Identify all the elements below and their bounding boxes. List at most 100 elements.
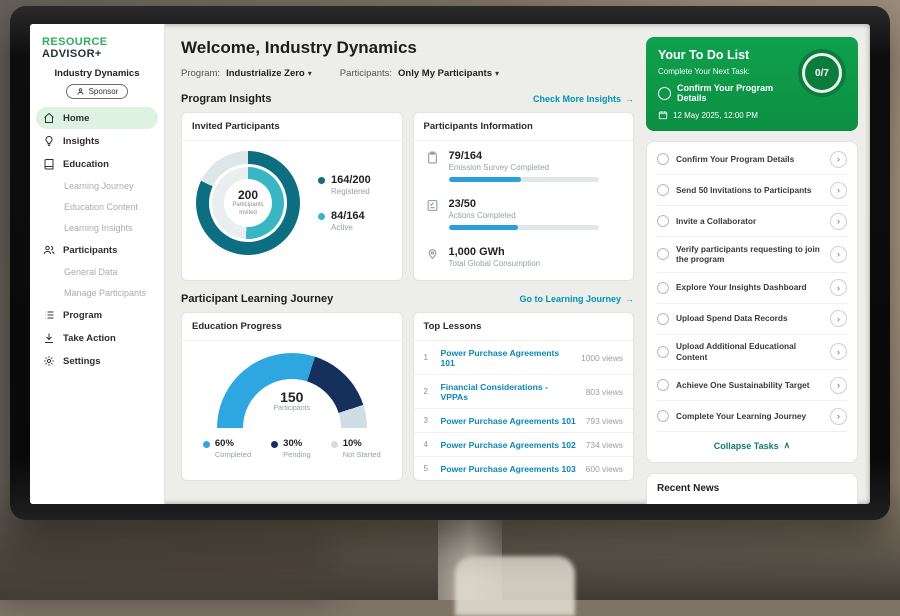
chevron-down-icon[interactable]: ▾ bbox=[308, 69, 312, 78]
task-checkbox[interactable] bbox=[657, 313, 669, 325]
task-item[interactable]: Invite a Collaborator › bbox=[657, 206, 847, 237]
sidebar-item-learning-journey[interactable]: Learning Journey bbox=[36, 176, 158, 196]
task-item[interactable]: Upload Spend Data Records › bbox=[657, 304, 847, 335]
sidebar-item-learning-insights[interactable]: Learning Insights bbox=[36, 218, 158, 238]
legend-item-registered: 164/200 Registered bbox=[318, 174, 371, 196]
collapse-tasks-link[interactable]: Collapse Tasks ∧ bbox=[657, 432, 847, 460]
chevron-right-icon[interactable]: › bbox=[830, 182, 847, 199]
lesson-link[interactable]: Power Purchase Agreements 103 bbox=[441, 464, 578, 474]
task-checkbox[interactable] bbox=[657, 184, 669, 196]
sidebar-item-take-action[interactable]: Take Action bbox=[36, 327, 158, 349]
chevron-right-icon[interactable]: › bbox=[830, 310, 847, 327]
monitor-bezel: RESOURCE ADVISOR+ Industry Dynamics Spon… bbox=[10, 6, 890, 520]
lesson-link[interactable]: Financial Considerations - VPPAs bbox=[441, 382, 578, 402]
lesson-row[interactable]: 3 Power Purchase Agreements 101 793 view… bbox=[414, 409, 634, 433]
home-icon bbox=[43, 112, 55, 124]
task-item[interactable]: Send 50 Invitations to Participants › bbox=[657, 175, 847, 206]
participants-filter-value[interactable]: Only My Participants bbox=[398, 68, 492, 79]
calendar-icon bbox=[658, 110, 668, 120]
invited-donut-inner: 200 Participants Invited bbox=[212, 167, 284, 239]
chevron-right-icon[interactable]: › bbox=[830, 151, 847, 168]
pinfo-row-survey: 79/164 Emission Survey Completed bbox=[414, 141, 634, 189]
sidebar-item-label: Program bbox=[63, 310, 102, 321]
task-checkbox[interactable] bbox=[657, 379, 669, 391]
task-checkbox[interactable] bbox=[658, 87, 671, 100]
participants-filter[interactable]: Participants:Only My Participants▾ bbox=[340, 68, 499, 79]
sidebar-item-home[interactable]: Home bbox=[36, 107, 158, 129]
arrow-right-icon: → bbox=[625, 294, 634, 304]
lesson-row[interactable]: 5 Power Purchase Agreements 103 600 view… bbox=[414, 457, 634, 480]
legend-dot bbox=[318, 177, 325, 184]
todo-task-list: Confirm Your Program Details › Send 50 I… bbox=[646, 141, 858, 463]
legend-dot bbox=[203, 441, 210, 448]
progress-track bbox=[449, 225, 599, 230]
task-checkbox[interactable] bbox=[657, 248, 669, 260]
chevron-right-icon[interactable]: › bbox=[830, 246, 847, 263]
legend-item-pending: 30% Pending bbox=[271, 438, 311, 459]
sidebar-item-participants[interactable]: Participants bbox=[36, 239, 158, 261]
task-checkbox[interactable] bbox=[657, 346, 669, 358]
participants-information-card: Participants Information 79/164 Emission… bbox=[413, 112, 635, 281]
progress-fill bbox=[449, 177, 521, 182]
gauge-center-label: Participants bbox=[217, 405, 367, 412]
sidebar-item-education[interactable]: Education bbox=[36, 153, 158, 175]
lesson-row[interactable]: 1 Power Purchase Agreements 101 1000 vie… bbox=[414, 341, 634, 375]
education-legend: 60% Completed 30% Pending bbox=[182, 428, 402, 471]
sidebar-item-label: Learning Insights bbox=[64, 223, 133, 233]
task-checkbox[interactable] bbox=[657, 153, 669, 165]
section-title-learning-journey: Participant Learning Journey bbox=[181, 293, 333, 305]
lesson-row[interactable]: 2 Financial Considerations - VPPAs 803 v… bbox=[414, 375, 634, 409]
progress-fill bbox=[449, 225, 518, 230]
arrow-right-icon: → bbox=[625, 94, 634, 104]
pinfo-row-consumption: 1,000 GWh Total Global Consumption bbox=[414, 237, 634, 280]
sidebar-item-label: Education bbox=[63, 159, 109, 170]
task-item[interactable]: Verify participants requesting to join t… bbox=[657, 237, 847, 273]
lesson-link[interactable]: Power Purchase Agreements 102 bbox=[441, 440, 578, 450]
task-checkbox[interactable] bbox=[657, 215, 669, 227]
lesson-row[interactable]: 4 Power Purchase Agreements 102 734 view… bbox=[414, 433, 634, 457]
task-item[interactable]: Confirm Your Program Details › bbox=[657, 144, 847, 175]
chevron-down-icon[interactable]: ▾ bbox=[495, 69, 499, 78]
legend-item-not-started: 10% Not Started bbox=[331, 438, 381, 459]
task-checkbox[interactable] bbox=[657, 282, 669, 294]
chevron-right-icon[interactable]: › bbox=[830, 279, 847, 296]
sidebar-item-manage-participants[interactable]: Manage Participants bbox=[36, 283, 158, 303]
sidebar-item-education-content[interactable]: Education Content bbox=[36, 197, 158, 217]
lesson-link[interactable]: Power Purchase Agreements 101 bbox=[441, 348, 574, 368]
task-item[interactable]: Explore Your Insights Dashboard › bbox=[657, 273, 847, 304]
legend-dot bbox=[331, 441, 338, 448]
chevron-right-icon[interactable]: › bbox=[830, 213, 847, 230]
org-name: Industry Dynamics bbox=[30, 68, 164, 79]
users-icon bbox=[43, 244, 55, 256]
program-filter[interactable]: Program:Industrialize Zero▾ bbox=[181, 68, 312, 79]
program-filter-value[interactable]: Industrialize Zero bbox=[226, 68, 305, 79]
sidebar-item-label: Participants bbox=[63, 245, 117, 256]
go-to-learning-journey-link[interactable]: Go to Learning Journey → bbox=[519, 294, 634, 304]
task-checkbox[interactable] bbox=[657, 410, 669, 422]
lightbulb-icon bbox=[43, 135, 55, 147]
legend-item-completed: 60% Completed bbox=[203, 438, 251, 459]
section-title-program-insights: Program Insights bbox=[181, 93, 271, 105]
sidebar-item-label: Insights bbox=[63, 136, 99, 147]
task-item[interactable]: Upload Additional Educational Content › bbox=[657, 335, 847, 371]
brand-logo-green: RESOURCE bbox=[42, 36, 108, 48]
chevron-right-icon[interactable]: › bbox=[830, 343, 847, 360]
lesson-link[interactable]: Power Purchase Agreements 101 bbox=[441, 416, 578, 426]
todo-column: Your To Do List Complete Your Next Task:… bbox=[646, 37, 858, 504]
chevron-up-icon: ∧ bbox=[784, 440, 791, 451]
task-item[interactable]: Achieve One Sustainability Target › bbox=[657, 370, 847, 401]
todo-progress-ring: 0/7 bbox=[798, 49, 846, 97]
sidebar-item-settings[interactable]: Settings bbox=[36, 350, 158, 372]
brand-logo-dark: ADVISOR+ bbox=[42, 48, 102, 60]
top-lessons-card: Top Lessons 1 Power Purchase Agreements … bbox=[413, 312, 635, 481]
check-more-insights-link[interactable]: Check More Insights → bbox=[533, 94, 634, 104]
sidebar-item-insights[interactable]: Insights bbox=[36, 130, 158, 152]
task-item[interactable]: Complete Your Learning Journey › bbox=[657, 401, 847, 432]
sidebar-item-program[interactable]: Program bbox=[36, 304, 158, 326]
sponsor-badge-label: Sponsor bbox=[89, 87, 119, 96]
sidebar-item-label: General Data bbox=[64, 267, 118, 277]
sidebar-item-general-data[interactable]: General Data bbox=[36, 262, 158, 282]
legend-item-active: 84/164 Active bbox=[318, 210, 371, 232]
chevron-right-icon[interactable]: › bbox=[830, 377, 847, 394]
chevron-right-icon[interactable]: › bbox=[830, 408, 847, 425]
